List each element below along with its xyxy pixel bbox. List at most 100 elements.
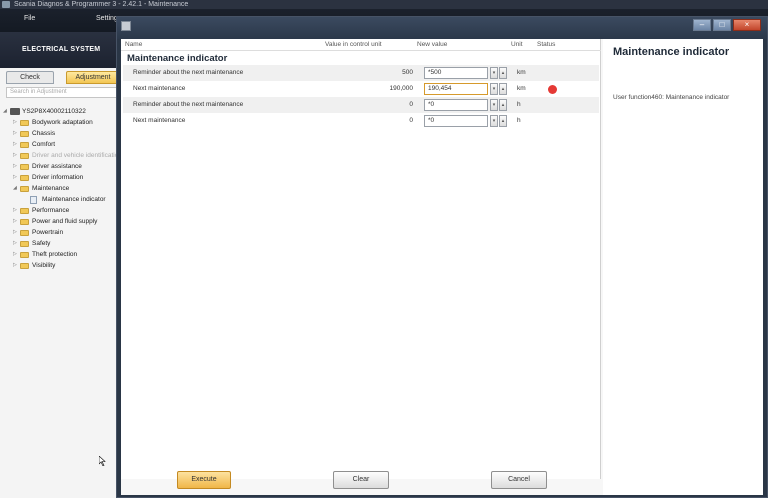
tree-item[interactable]: ▷ Driver information	[3, 172, 120, 183]
new-value-input[interactable]: 190,454	[424, 83, 488, 95]
tree-item-label: Driver and vehicle identification	[32, 152, 120, 159]
execute-button[interactable]: Execute	[177, 471, 231, 489]
folder-icon	[20, 230, 29, 236]
folder-icon	[20, 208, 29, 214]
increment-button[interactable]: ▴	[499, 99, 507, 111]
parameter-grid: Name Value in control unit New value Uni…	[121, 39, 601, 489]
unit-label: km	[517, 85, 526, 92]
decrement-button[interactable]: ▾	[490, 115, 498, 127]
parameter-name: Reminder about the next maintenance	[133, 69, 244, 76]
collapsed-arrow-icon[interactable]: ▷	[13, 216, 17, 227]
tree-item[interactable]: ▷ Power and fluid supply	[3, 216, 120, 227]
tree-item-label: Powertrain	[32, 229, 64, 236]
tree-item-label: Performance	[32, 207, 70, 214]
tab-check[interactable]: Check	[6, 71, 54, 84]
column-header-unit[interactable]: Unit	[511, 41, 523, 48]
clear-button[interactable]: Clear	[333, 471, 389, 489]
tree-item[interactable]: ▷ Driver and vehicle identification	[3, 150, 120, 161]
tab-adjustment[interactable]: Adjustment	[66, 71, 120, 84]
decrement-button[interactable]: ▾	[490, 67, 498, 79]
column-header-name[interactable]: Name	[125, 41, 142, 48]
folder-icon	[20, 153, 29, 159]
maximize-icon[interactable]: □	[713, 19, 731, 31]
tree-item-label: Bodywork adaptation	[32, 119, 93, 126]
unit-label: km	[517, 69, 526, 76]
folder-icon	[20, 120, 29, 126]
increment-button[interactable]: ▴	[499, 67, 507, 79]
collapsed-arrow-icon[interactable]: ▷	[13, 249, 17, 260]
group-title: Maintenance indicator	[127, 53, 228, 64]
folder-icon	[20, 164, 29, 170]
collapsed-arrow-icon[interactable]: ▷	[13, 139, 17, 150]
folder-icon	[20, 252, 29, 258]
folder-icon	[20, 175, 29, 181]
tree-item[interactable]: ▷ Chassis	[3, 128, 120, 139]
close-icon[interactable]: ×	[733, 19, 761, 31]
tree-item[interactable]: ▷ Comfort	[3, 139, 120, 150]
adjustment-search-input[interactable]: Search in Adjustment	[6, 87, 120, 98]
parameter-row: Next maintenance 190,000 190,454 ▾ ▴ km	[123, 81, 599, 97]
tree-item[interactable]: Maintenance indicator	[3, 194, 120, 205]
dialog-title-bar: – □ ×	[117, 17, 767, 39]
new-value-input[interactable]: *0	[424, 99, 488, 111]
parameter-row: Next maintenance 0 *0 ▾ ▴ h	[123, 113, 599, 129]
parameter-name: Next maintenance	[133, 117, 186, 124]
collapsed-arrow-icon[interactable]: ▷	[13, 205, 17, 216]
tree-item[interactable]: ◢ Maintenance	[3, 183, 120, 194]
column-header-value-control-unit[interactable]: Value in control unit	[325, 41, 382, 48]
collapsed-arrow-icon[interactable]: ▷	[13, 117, 17, 128]
collapsed-arrow-icon[interactable]: ▷	[13, 260, 17, 271]
folder-icon	[20, 131, 29, 137]
collapsed-arrow-icon[interactable]: ▷	[13, 128, 17, 139]
collapsed-arrow-icon[interactable]: ▷	[13, 172, 17, 183]
tree-item[interactable]: ▷ Safety	[3, 238, 120, 249]
document-icon	[30, 196, 37, 204]
menu-file[interactable]: File	[24, 15, 35, 22]
tree-item[interactable]: ▷ Performance	[3, 205, 120, 216]
collapsed-arrow-icon[interactable]: ▷	[13, 150, 17, 161]
parameter-name: Reminder about the next maintenance	[133, 101, 244, 108]
left-panel: Check Adjustment Search in Adjustment ◢ Y…	[0, 68, 120, 498]
tree-item-label: Visibility	[32, 262, 56, 269]
column-header-new-value[interactable]: New value	[417, 41, 447, 48]
tree-item-label: Power and fluid supply	[32, 218, 98, 225]
unit-label: h	[517, 117, 521, 124]
maintenance-dialog: – □ × Name Value in control unit New val…	[116, 16, 768, 498]
section-header: ELECTRICAL SYSTEM	[0, 32, 120, 68]
collapsed-arrow-icon[interactable]: ▷	[13, 227, 17, 238]
tree-item[interactable]: ▷ Theft protection	[3, 249, 120, 260]
new-value-input[interactable]: *500	[424, 67, 488, 79]
cancel-button[interactable]: Cancel	[491, 471, 547, 489]
parameter-name: Next maintenance	[133, 85, 186, 92]
increment-button[interactable]: ▴	[499, 83, 507, 95]
decrement-button[interactable]: ▾	[490, 83, 498, 95]
increment-button[interactable]: ▴	[499, 115, 507, 127]
tree-item-label: Driver information	[32, 174, 84, 181]
decrement-button[interactable]: ▾	[490, 99, 498, 111]
dialog-body: Name Value in control unit New value Uni…	[121, 39, 763, 495]
tree-item[interactable]: ◢ YS2P8X40002110322	[3, 106, 120, 117]
tree-item-label: Comfort	[32, 141, 56, 148]
column-header-status[interactable]: Status	[537, 41, 555, 48]
tree-item[interactable]: ▷ Powertrain	[3, 227, 120, 238]
collapsed-arrow-icon[interactable]: ▷	[13, 238, 17, 249]
info-title: Maintenance indicator	[613, 46, 730, 58]
unit-label: h	[517, 101, 521, 108]
new-value-input[interactable]: *0	[424, 115, 488, 127]
info-description: User function460: Maintenance indicator	[613, 94, 730, 101]
collapsed-arrow-icon[interactable]: ▷	[13, 161, 17, 172]
folder-icon	[20, 142, 29, 148]
status-error-icon	[548, 85, 557, 94]
minimize-icon[interactable]: –	[693, 19, 711, 31]
tree-item-label: Maintenance	[32, 185, 70, 192]
parameter-row: Reminder about the next maintenance 500 …	[123, 65, 599, 81]
folder-icon	[20, 263, 29, 269]
tree-item-label: Theft protection	[32, 251, 78, 258]
expanded-arrow-icon[interactable]: ◢	[3, 106, 7, 117]
tree-item[interactable]: ▷ Driver assistance	[3, 161, 120, 172]
app-title: Scania Diagnos & Programmer 3 - 2.42.1 -…	[14, 1, 189, 8]
tree-item[interactable]: ▷ Visibility	[3, 260, 120, 271]
control-unit-value: 0	[409, 101, 413, 108]
tree-item[interactable]: ▷ Bodywork adaptation	[3, 117, 120, 128]
expanded-arrow-icon[interactable]: ◢	[13, 183, 17, 194]
